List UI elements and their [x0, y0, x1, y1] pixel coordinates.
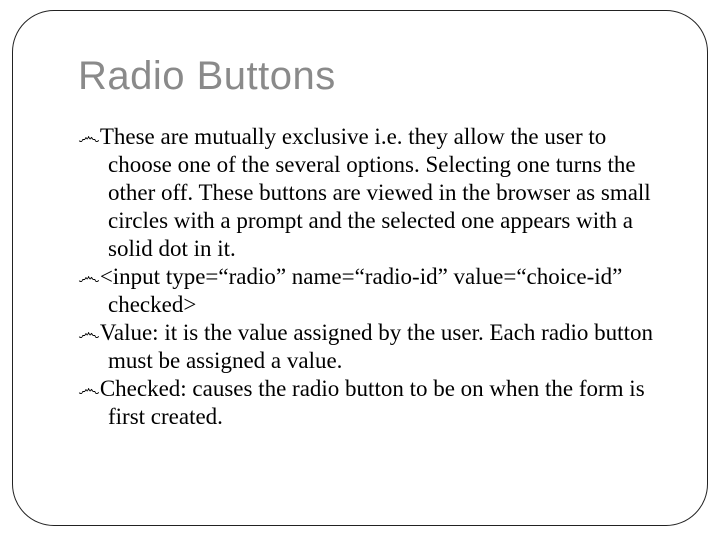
list-item: ෴Checked: causes the radio button to be …: [78, 375, 660, 431]
list-item: ෴<input type=“radio” name=“radio-id” val…: [78, 263, 660, 319]
list-item: ෴These are mutually exclusive i.e. they …: [78, 123, 660, 263]
slide-content: Radio Buttons ෴These are mutually exclus…: [78, 54, 660, 432]
slide-title: Radio Buttons: [78, 54, 660, 99]
slide: Radio Buttons ෴These are mutually exclus…: [0, 0, 720, 540]
bullet-list: ෴These are mutually exclusive i.e. they …: [78, 123, 660, 432]
list-item-text: <input type=“radio” name=“radio-id” valu…: [100, 264, 623, 317]
bullet-icon: ෴: [78, 376, 100, 401]
bullet-icon: ෴: [78, 264, 100, 289]
list-item: ෴Value: it is the value assigned by the …: [78, 319, 660, 375]
list-item-text: Value: it is the value assigned by the u…: [100, 320, 653, 373]
bullet-icon: ෴: [78, 320, 100, 345]
bullet-icon: ෴: [78, 124, 100, 149]
list-item-text: These are mutually exclusive i.e. they a…: [100, 124, 651, 261]
list-item-text: Checked: causes the radio button to be o…: [100, 376, 645, 429]
